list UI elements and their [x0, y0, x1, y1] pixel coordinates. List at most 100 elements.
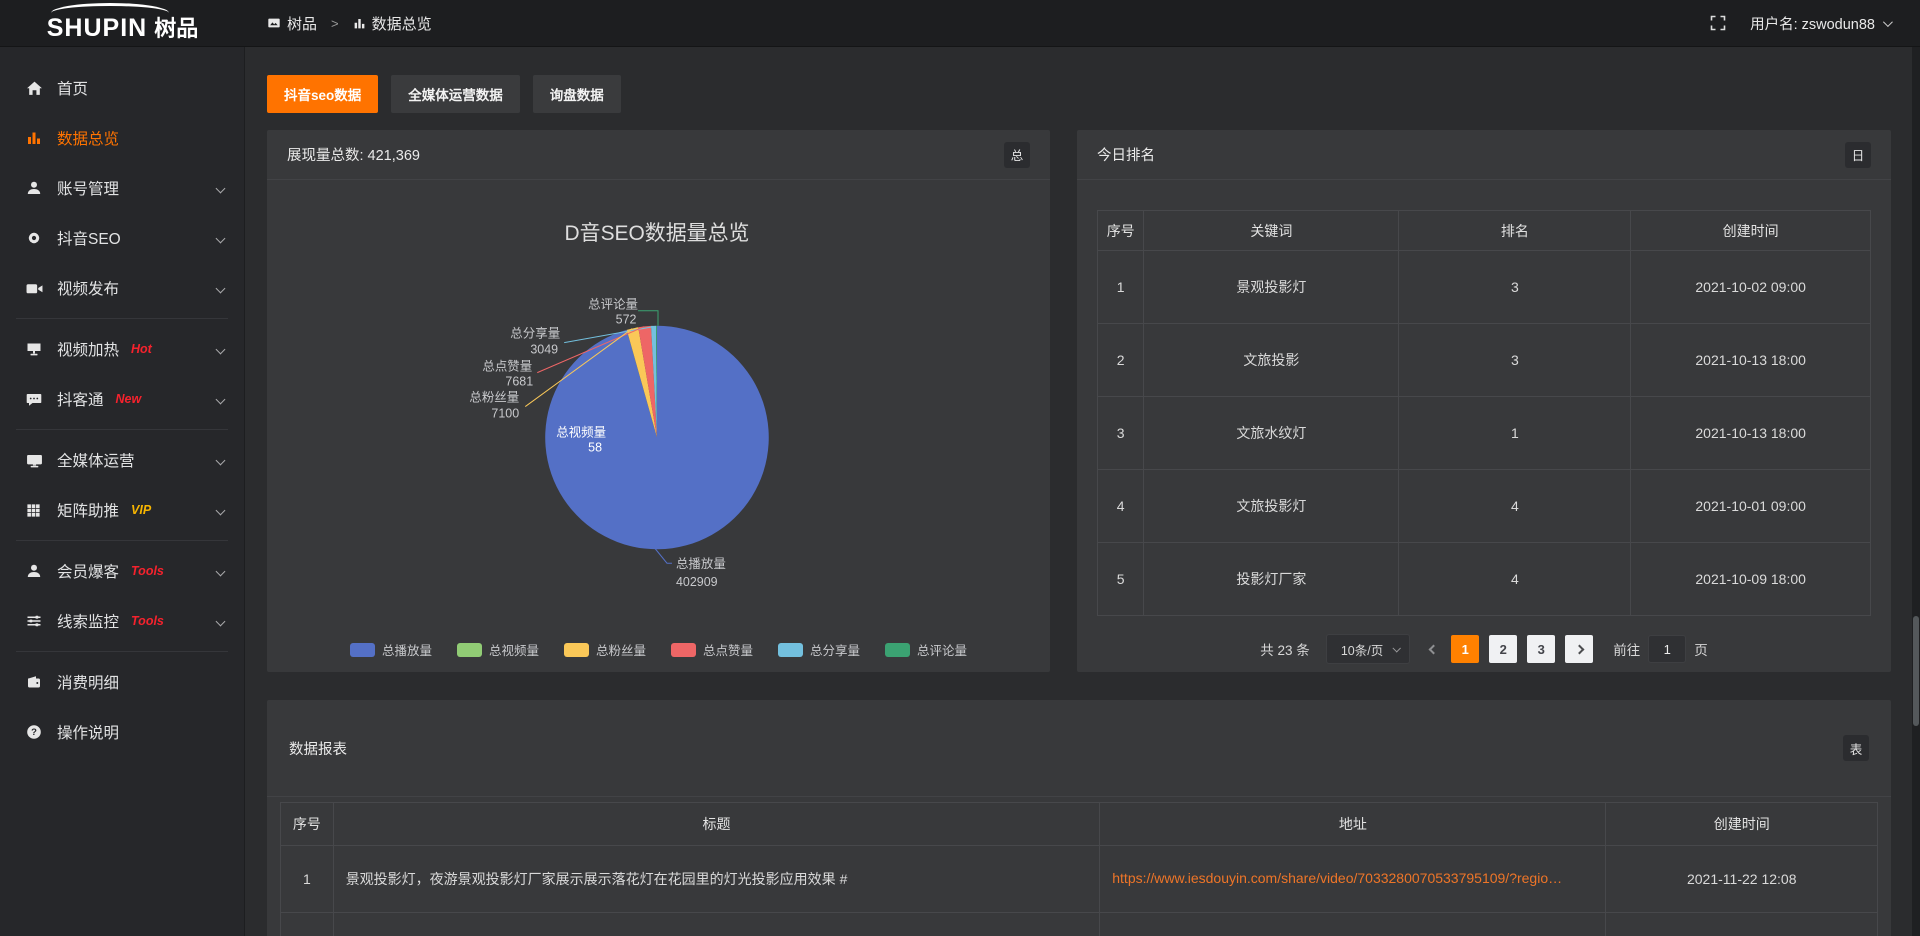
total-toggle-badge[interactable]: 总: [1004, 142, 1030, 168]
tab-inquiry-data[interactable]: 询盘数据: [533, 75, 621, 113]
pie-chart-area: D音SEO数据量总览 总评论量572总分享量3049总点赞量7681总粉丝量71…: [267, 180, 1050, 671]
sidebar-item-help[interactable]: ? 操作说明: [0, 707, 244, 757]
sidebar-item-home[interactable]: 首页: [0, 63, 244, 113]
chart-title: D音SEO数据量总览: [565, 222, 750, 245]
tools-badge: Tools: [131, 614, 164, 628]
pie-label: 402909: [676, 575, 718, 589]
sliders-icon: [26, 613, 44, 629]
legend-item-总评论量[interactable]: 总评论量: [885, 640, 967, 659]
legend-item-总视频量[interactable]: 总视频量: [457, 640, 539, 659]
prev-page-button[interactable]: [1426, 646, 1441, 653]
logo[interactable]: SHUPIN 树品: [0, 3, 245, 43]
video-link[interactable]: https://www.iesdouyin.com/share/video/70…: [1112, 870, 1562, 886]
chevron-down-icon: [216, 344, 226, 354]
sidebar: 首页 数据总览 账号管理 抖音SEO: [0, 47, 245, 936]
sidebar-divider: [16, 429, 228, 430]
sidebar-item-video-publish[interactable]: 视频发布: [0, 263, 244, 313]
breadcrumb-root[interactable]: 树品: [267, 13, 317, 34]
user-menu[interactable]: 用户名: zswodun88: [1750, 13, 1890, 34]
username-label: 用户名: zswodun88: [1750, 13, 1875, 34]
seo-chart-panel: 展现量总数: 421,369 总 D音SEO数据量总览 总评论量572总分享量3…: [267, 130, 1050, 672]
scrollbar[interactable]: [1912, 47, 1920, 936]
pie-label: 总分享量: [510, 326, 560, 341]
tab-media-operation-data[interactable]: 全媒体运营数据: [391, 75, 520, 113]
next-page-button[interactable]: [1565, 635, 1593, 663]
data-report-panel: 数据报表 表 序号 标题 地址 创建时间 1 景观投影灯，夜游景观投影灯厂: [267, 700, 1891, 936]
pagination: 共 23 条 10条/页 1 2 3 前往 页: [1077, 634, 1891, 664]
report-table: 序号 标题 地址 创建时间 1 景观投影灯，夜游景观投影灯厂家展示展示落花灯在花…: [280, 802, 1878, 936]
goto-suffix-label: 页: [1694, 639, 1708, 659]
chevron-down-icon: [216, 183, 226, 193]
breadcrumb-current[interactable]: 数据总览: [353, 13, 432, 34]
scrollbar-thumb[interactable]: [1913, 616, 1919, 726]
top-header: SHUPIN 树品 树品 > 数据总览 用户名: zswodun88: [0, 0, 1920, 47]
table-row: 1 景观投影灯 3 2021-10-02 09:00: [1098, 251, 1871, 324]
legend-swatch: [671, 643, 696, 657]
chevron-down-icon: [1393, 644, 1401, 652]
main-content: 抖音seo数据 全媒体运营数据 询盘数据 展现量总数: 421,369 总 D音…: [245, 47, 1920, 936]
question-circle-icon: ?: [26, 724, 44, 740]
table-row: 2 文旅投影 3 2021-10-13 18:00: [1098, 324, 1871, 397]
table-row: 5 投影灯厂家 4 2021-10-09 18:00: [1098, 543, 1871, 616]
pie-label: 总粉丝量: [469, 390, 519, 405]
sidebar-item-data-overview[interactable]: 数据总览: [0, 113, 244, 163]
chevron-down-icon: [216, 394, 226, 404]
col-index: 序号: [1098, 211, 1144, 251]
page-button-2[interactable]: 2: [1489, 635, 1517, 663]
table-row: 3 文旅水纹灯 1 2021-10-13 18:00: [1098, 397, 1871, 470]
legend-item-总粉丝量[interactable]: 总粉丝量: [564, 640, 646, 659]
tools-badge: Tools: [131, 564, 164, 578]
sidebar-item-consumption[interactable]: 消费明细: [0, 657, 244, 707]
legend-swatch: [885, 643, 910, 657]
sidebar-item-media-operation[interactable]: 全媒体运营: [0, 435, 244, 485]
table-header-row: 序号 标题 地址 创建时间: [281, 803, 1878, 846]
table-row: 4 文旅投影灯 4 2021-10-01 09:00: [1098, 470, 1871, 543]
pie-label: 总点赞量: [482, 360, 532, 374]
page-size-select[interactable]: 10条/页: [1326, 634, 1410, 664]
sidebar-divider: [16, 318, 228, 319]
pie-label: 总评论量: [588, 298, 638, 312]
grid-icon: [26, 503, 44, 518]
goto-label: 前往: [1613, 639, 1640, 659]
day-toggle-badge[interactable]: 日: [1845, 142, 1871, 168]
legend-swatch: [778, 643, 803, 657]
breadcrumb: 树品 > 数据总览: [267, 13, 432, 34]
goto-page-input[interactable]: [1648, 635, 1686, 663]
legend-label: 总分享量: [810, 640, 860, 659]
legend-item-总点赞量[interactable]: 总点赞量: [671, 640, 753, 659]
chevron-down-icon: [216, 233, 226, 243]
col-keyword: 关键词: [1144, 211, 1399, 251]
sidebar-item-clue-monitor[interactable]: 线索监控 Tools: [0, 596, 244, 646]
page-button-3[interactable]: 3: [1527, 635, 1555, 663]
wallet-icon: [26, 674, 44, 690]
page-button-1[interactable]: 1: [1451, 635, 1479, 663]
app-window-icon: [267, 16, 281, 30]
tab-douyin-seo-data[interactable]: 抖音seo数据: [267, 75, 378, 113]
video-title-cell: 景观投影灯，夜游景观投影灯厂家展示展示落花灯在花园里的灯光投影应用效果 #: [333, 846, 1100, 913]
legend-label: 总点赞量: [703, 640, 753, 659]
pie-label: 7100: [491, 407, 519, 421]
sidebar-item-douyin-seo[interactable]: 抖音SEO: [0, 213, 244, 263]
pie-label: 总播放量: [676, 556, 726, 571]
total-count-label: 共 23 条: [1260, 639, 1310, 659]
sidebar-item-account[interactable]: 账号管理: [0, 163, 244, 213]
sidebar-divider: [16, 540, 228, 541]
hot-badge: Hot: [131, 342, 152, 356]
fullscreen-icon[interactable]: [1710, 15, 1726, 31]
ranking-panel-header: 今日排名 日: [1077, 130, 1891, 180]
breadcrumb-separator: >: [331, 16, 339, 31]
chevron-down-icon: [216, 455, 226, 465]
sidebar-item-douketong[interactable]: 抖客通 New: [0, 374, 244, 424]
seo-pie-chart[interactable]: D音SEO数据量总览 总评论量572总分享量3049总点赞量7681总粉丝量71…: [267, 180, 1050, 671]
sidebar-item-video-heat[interactable]: 视频加热 Hot: [0, 324, 244, 374]
monitor-icon: [26, 452, 44, 469]
table-toggle-badge[interactable]: 表: [1843, 735, 1869, 761]
sidebar-item-member[interactable]: 会员爆客 Tools: [0, 546, 244, 596]
col-url: 地址: [1100, 803, 1606, 846]
vip-badge: VIP: [131, 503, 151, 517]
legend-item-总播放量[interactable]: 总播放量: [350, 640, 432, 659]
legend-item-总分享量[interactable]: 总分享量: [778, 640, 860, 659]
sidebar-item-matrix-boost[interactable]: 矩阵助推 VIP: [0, 485, 244, 535]
chevron-down-icon: [216, 566, 226, 576]
legend-label: 总评论量: [917, 640, 967, 659]
